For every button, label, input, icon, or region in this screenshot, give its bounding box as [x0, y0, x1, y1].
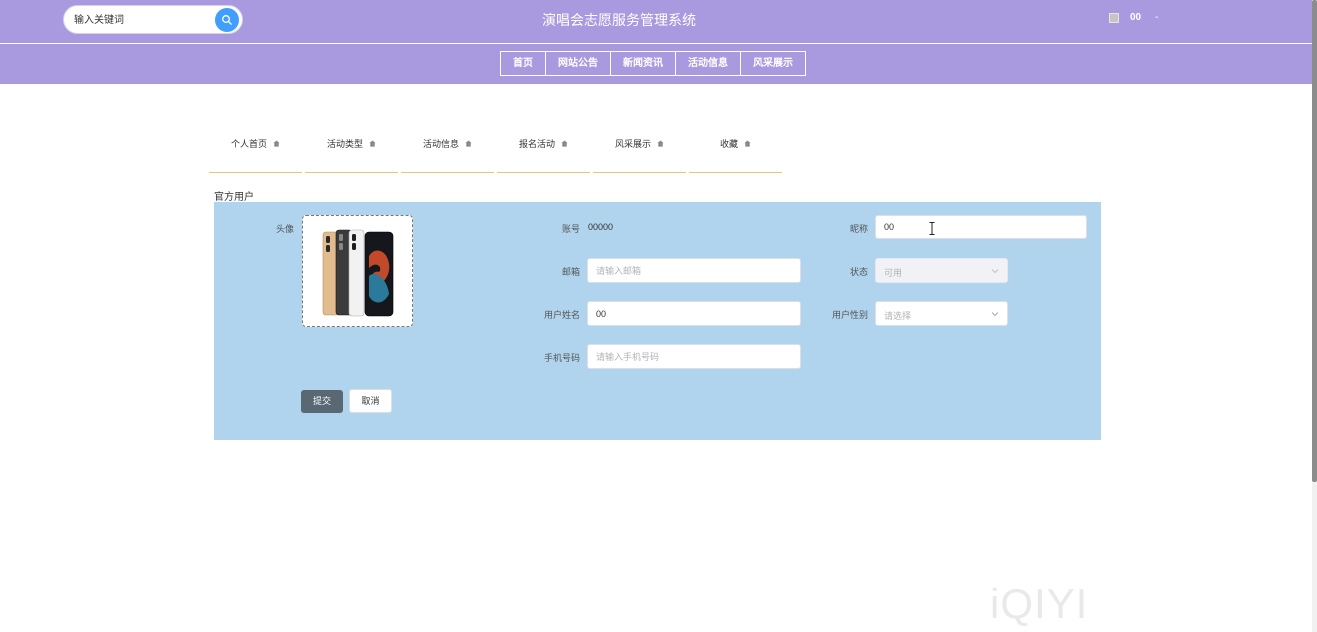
subtab-favorites[interactable]: 收藏 — [689, 131, 782, 173]
chevron-down-icon — [991, 312, 999, 317]
user-name[interactable]: 00 — [1130, 12, 1141, 23]
nav-news[interactable]: 新闻资讯 — [610, 51, 676, 76]
nickname-label: 昵称 — [849, 224, 868, 234]
realname-field — [587, 301, 801, 326]
email-label: 邮箱 — [561, 267, 580, 277]
main-nav: 首页 网站公告 新闻资讯 活动信息 风采展示 — [500, 51, 806, 76]
nav-showcase[interactable]: 风采展示 — [740, 51, 806, 76]
panel-title: 官方用户 — [214, 192, 254, 203]
user-menu[interactable]: 00 - — [1109, 12, 1158, 23]
nickname-field — [875, 215, 1087, 239]
nickname-input[interactable] — [876, 216, 1086, 238]
nav-home[interactable]: 首页 — [500, 51, 546, 76]
avatar-image — [322, 229, 394, 317]
home-icon — [744, 140, 751, 147]
avatar-label: 头像 — [275, 224, 294, 234]
site-title: 演唱会志愿服务管理系统 — [542, 12, 696, 28]
user-avatar-icon — [1109, 12, 1119, 23]
realname-input[interactable] — [588, 302, 800, 325]
home-icon — [465, 140, 472, 147]
phone-input[interactable] — [588, 345, 800, 368]
status-label: 状态 — [849, 267, 868, 277]
email-field — [587, 258, 801, 283]
submit-button[interactable]: 提交 — [301, 390, 343, 413]
page-scrollbar[interactable] — [1312, 0, 1317, 632]
subtab-label: 活动类型 — [326, 139, 363, 149]
subtab-signup-activities[interactable]: 报名活动 — [497, 131, 590, 173]
iqiyi-watermark: iQIYI — [990, 580, 1089, 627]
subtab-label: 个人首页 — [230, 139, 267, 149]
cancel-button[interactable]: 取消 — [349, 389, 392, 413]
home-icon — [369, 140, 376, 147]
status-select: 可用 — [875, 258, 1008, 283]
text-cursor-icon — [929, 222, 935, 235]
nav-activities[interactable]: 活动信息 — [675, 51, 741, 76]
home-icon — [273, 140, 280, 147]
scrollbar-thumb[interactable] — [1312, 0, 1317, 482]
subtab-label: 收藏 — [719, 139, 738, 149]
home-icon — [561, 140, 568, 147]
status-value: 可用 — [884, 268, 903, 278]
subtab-personal-home[interactable]: 个人首页 — [209, 131, 302, 173]
nav-announcements[interactable]: 网站公告 — [545, 51, 611, 76]
personal-tabs: 个人首页 活动类型 活动信息 报名活动 风采展示 收藏 — [209, 131, 785, 173]
subtab-activity-types[interactable]: 活动类型 — [305, 131, 398, 173]
chevron-down-icon — [991, 269, 999, 274]
subtab-activity-info[interactable]: 活动信息 — [401, 131, 494, 173]
home-icon — [657, 140, 664, 147]
account-label: 账号 — [561, 224, 580, 234]
account-value: 00000 — [588, 222, 614, 232]
gender-label: 用户性别 — [831, 310, 868, 320]
phone-label: 手机号码 — [543, 353, 580, 363]
subtab-label: 活动信息 — [422, 139, 459, 149]
gender-select[interactable]: 请选择 — [875, 301, 1008, 326]
header-divider — [0, 43, 1312, 44]
email-input[interactable] — [588, 259, 800, 282]
subtab-showcase[interactable]: 风采展示 — [593, 131, 686, 173]
avatar-uploader[interactable] — [302, 215, 413, 327]
top-header: 演唱会志愿服务管理系统 00 - 首页 网站公告 新闻资讯 活动信息 风采展示 — [0, 0, 1312, 84]
realname-label: 用户姓名 — [543, 310, 580, 320]
subtab-label: 风采展示 — [614, 139, 651, 149]
subtab-label: 报名活动 — [518, 139, 555, 149]
phone-field — [587, 344, 801, 369]
gender-placeholder: 请选择 — [884, 311, 912, 321]
user-dash: - — [1155, 12, 1159, 23]
